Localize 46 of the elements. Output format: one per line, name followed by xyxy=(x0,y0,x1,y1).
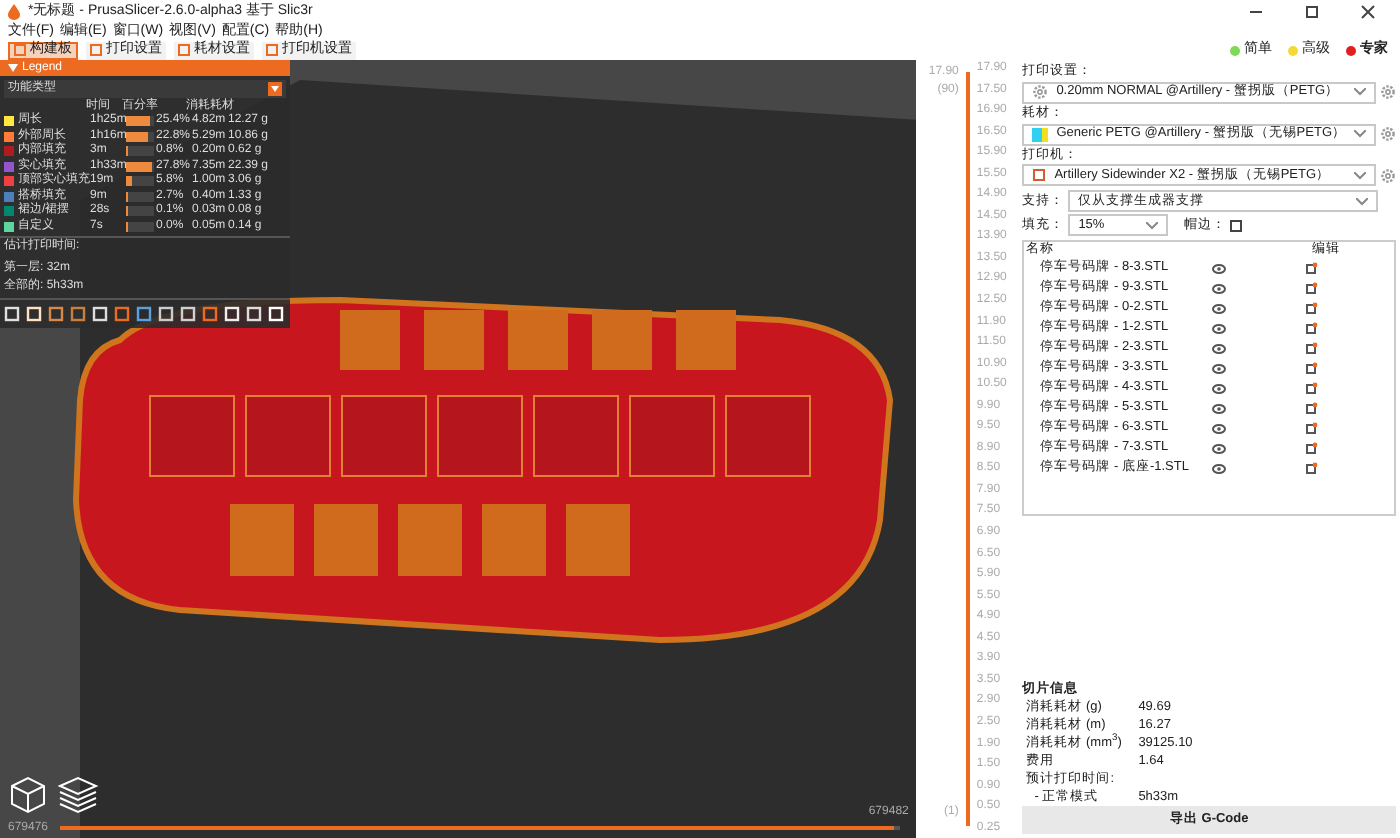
edit-icon[interactable] xyxy=(1306,442,1319,455)
caret-icon xyxy=(1146,221,1159,230)
eye-icon[interactable] xyxy=(1212,343,1227,354)
edit-icon[interactable] xyxy=(1306,402,1319,415)
collapse-icon xyxy=(8,64,18,72)
edit-icon[interactable] xyxy=(1306,262,1319,275)
edit-icon[interactable] xyxy=(1306,322,1319,335)
tab-icon xyxy=(266,44,278,56)
gear-icon[interactable] xyxy=(1380,126,1396,142)
edit-icon[interactable] xyxy=(1306,302,1319,315)
filament-swatch-icon xyxy=(1032,127,1049,141)
eye-icon[interactable] xyxy=(1212,323,1227,334)
caret-icon xyxy=(268,82,282,96)
eye-icon[interactable] xyxy=(1212,303,1227,314)
close-icon[interactable] xyxy=(1360,4,1376,20)
eye-icon[interactable] xyxy=(1212,423,1227,434)
eye-icon[interactable] xyxy=(1212,463,1227,474)
edit-icon[interactable] xyxy=(1306,282,1319,295)
eye-icon[interactable] xyxy=(1212,263,1227,274)
tab-icon xyxy=(90,44,102,56)
eye-icon[interactable] xyxy=(1212,363,1227,374)
printer-icon xyxy=(1032,168,1047,183)
cube-view-icon[interactable] xyxy=(8,774,48,814)
layer-slider-track[interactable] xyxy=(966,72,971,826)
gear-icon[interactable] xyxy=(1380,84,1396,101)
caret-icon xyxy=(1354,88,1366,97)
edit-icon[interactable] xyxy=(1306,362,1319,375)
edit-icon[interactable] xyxy=(1306,462,1319,475)
tab-icon xyxy=(14,44,26,56)
layers-view-icon[interactable] xyxy=(56,774,100,814)
edit-icon[interactable] xyxy=(1306,342,1319,355)
edit-icon[interactable] xyxy=(1306,382,1319,395)
eye-icon[interactable] xyxy=(1212,403,1227,414)
caret-icon xyxy=(1354,171,1366,180)
gear-icon[interactable] xyxy=(1380,167,1396,184)
app-logo-icon xyxy=(8,4,20,20)
edit-icon[interactable] xyxy=(1306,422,1319,435)
caret-icon xyxy=(1354,130,1366,138)
gear-icon[interactable] xyxy=(1032,84,1049,101)
tab-icon xyxy=(178,44,190,56)
eye-icon[interactable] xyxy=(1212,443,1227,454)
maximize-icon[interactable] xyxy=(1304,4,1320,20)
eye-icon[interactable] xyxy=(1212,383,1227,394)
eye-icon[interactable] xyxy=(1212,283,1227,294)
caret-icon xyxy=(1356,197,1368,206)
brim-checkbox[interactable] xyxy=(1230,219,1243,232)
